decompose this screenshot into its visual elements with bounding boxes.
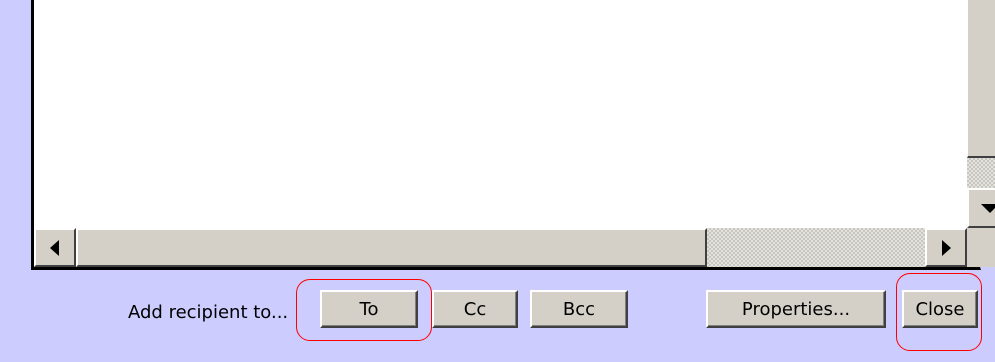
chevron-down-icon bbox=[981, 204, 995, 213]
horizontal-scrollbar[interactable] bbox=[34, 228, 967, 267]
scroll-left-button[interactable] bbox=[34, 228, 76, 267]
close-button[interactable]: Close bbox=[902, 290, 978, 328]
scrollbar-corner bbox=[967, 228, 995, 267]
vertical-scroll-track[interactable] bbox=[967, 158, 995, 188]
horizontal-scroll-thumb[interactable] bbox=[76, 228, 707, 267]
cc-button[interactable]: Cc bbox=[432, 290, 518, 328]
scroll-down-button[interactable] bbox=[967, 188, 995, 228]
bcc-button[interactable]: Bcc bbox=[530, 290, 628, 328]
horizontal-scroll-track[interactable] bbox=[707, 228, 925, 267]
scroll-right-button[interactable] bbox=[925, 228, 967, 267]
properties-button[interactable]: Properties... bbox=[706, 290, 886, 328]
to-button[interactable]: To bbox=[320, 290, 418, 328]
chevron-left-icon bbox=[50, 240, 59, 256]
recipient-list[interactable] bbox=[31, 0, 995, 270]
chevron-right-icon bbox=[942, 240, 951, 256]
vertical-scrollbar[interactable] bbox=[967, 0, 995, 228]
vertical-scroll-thumb[interactable] bbox=[967, 0, 995, 158]
add-recipient-label: Add recipient to... bbox=[128, 302, 289, 323]
